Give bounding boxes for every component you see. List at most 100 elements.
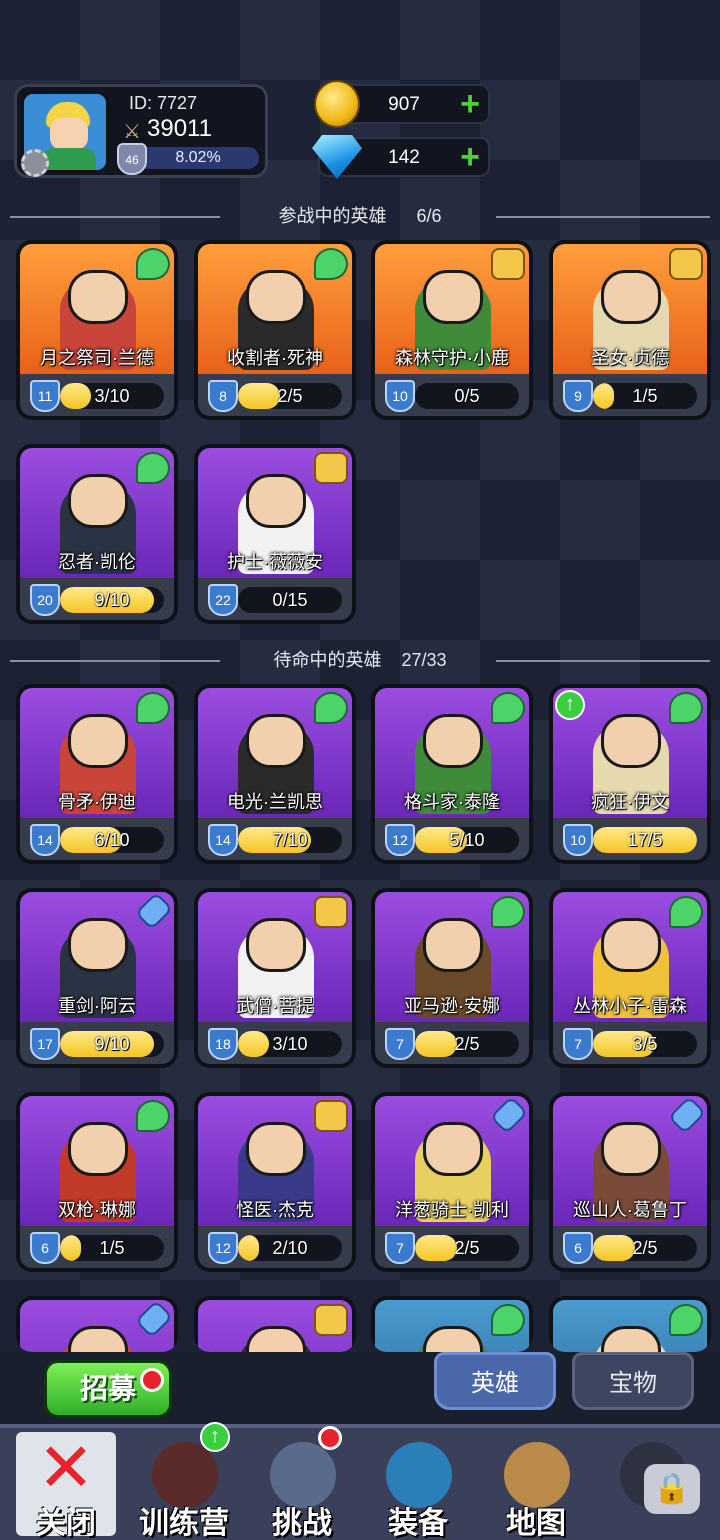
nav-locked[interactable]: 🔒 [600,1430,704,1538]
book-icon [669,248,703,280]
tab-treasure[interactable]: 宝物 [572,1352,694,1410]
shard-progress-bar: 3/10 [238,1031,342,1057]
hero-head [68,714,128,768]
wing-icon [136,1100,170,1132]
shard-progress-bar: 17/5 [593,827,697,853]
add-gems-button[interactable]: + [456,140,484,174]
hero-card[interactable]: 圣女·贞德 9 1/5 [549,240,711,420]
divider-left [10,660,220,662]
hero-card[interactable]: 怪医·杰克 12 2/10 [194,1092,356,1272]
divider-left [10,216,220,218]
hero-card[interactable]: 电光·兰凯思 14 7/10 [194,684,356,864]
shard-progress-bar: 3/5 [593,1031,697,1057]
hero-level-shield-icon: 9 [563,380,593,412]
gear-icon[interactable] [21,149,49,177]
hero-name: 护士·薇薇安 [227,552,323,572]
hero-card[interactable]: 骨矛·伊迪 14 6/10 [16,684,178,864]
hero-level: 18 [215,1036,231,1052]
hero-level: 22 [215,592,231,608]
divider-right [496,216,710,218]
shard-progress-bar: 0/5 [415,383,519,409]
hero-card[interactable]: 亚马逊·安娜 7 2/5 [371,888,533,1068]
hero-card[interactable]: 森林守护·小鹿 10 0/5 [371,240,533,420]
gem-counter: 142 + [312,135,490,179]
active-heroes-title: 参战中的英雄 6/6 [278,206,442,226]
book-icon [491,248,525,280]
shard-progress-text: 9/10 [94,590,130,610]
player-level-shield-icon: 46 [117,143,147,175]
standby-heroes-header: 待命中的英雄 27/33 [10,648,710,672]
shard-progress-text: 2/5 [454,1034,480,1054]
shard-progress-text: 2/5 [454,1238,480,1258]
hero-card[interactable] [16,1296,178,1352]
hero-level: 12 [215,1240,231,1256]
hero-card[interactable]: 格斗家·泰隆 12 5/10 [371,684,533,864]
nav-challenge-label: 挑战 [272,1507,332,1540]
hero-level-shield-icon: 20 [30,584,60,616]
notification-dot [318,1426,342,1450]
hero-status-bar: 22 0/15 [198,578,352,620]
wing-icon [491,896,525,928]
hero-name: 洋葱骑士·凯利 [395,1200,509,1220]
shard-progress-bar: 2/5 [415,1031,519,1057]
hero-card[interactable] [549,1296,711,1352]
hero-level-shield-icon: 22 [208,584,238,616]
wing-icon [136,248,170,280]
hero-head [246,918,306,972]
nav-equipment[interactable]: 装备 [366,1430,470,1540]
hero-card[interactable] [371,1296,533,1352]
hero-card[interactable]: 巡山人·葛鲁丁 6 2/5 [549,1092,711,1272]
avatar-shirt [42,148,96,170]
hero-head [68,1326,128,1352]
hero-level: 10 [570,832,586,848]
shard-progress-text: 3/10 [272,1034,308,1054]
hero-card[interactable]: 洋葱骑士·凯利 7 2/5 [371,1092,533,1272]
shard-progress-bar: 1/5 [593,383,697,409]
hero-status-bar: 12 2/10 [198,1226,352,1268]
hero-card[interactable]: 忍者·凯伦 20 9/10 [16,444,178,624]
wing-icon [669,1304,703,1336]
crossed-swords-icon: ⚔ [123,121,141,143]
hero-name: 格斗家·泰隆 [404,792,500,812]
hero-status-bar: 7 2/5 [375,1022,529,1064]
hero-card[interactable]: 疯狂·伊文 10 17/5 ↑ [549,684,711,864]
hero-card[interactable]: 丛林小子·雷森 7 3/5 [549,888,711,1068]
hero-level-shield-icon: 14 [30,824,60,856]
hero-card[interactable]: 重剑·阿云 17 9/10 [16,888,178,1068]
shard-progress-text: 0/5 [454,386,480,406]
hero-card[interactable]: 武僧·菩提 18 3/10 [194,888,356,1068]
nav-equipment-label: 装备 [388,1507,448,1540]
hero-level: 9 [574,388,582,404]
hero-level-shield-icon: 17 [30,1028,60,1060]
hero-card[interactable]: 双枪·琳娜 6 1/5 [16,1092,178,1272]
hero-level: 10 [392,388,408,404]
shard-progress-text: 7/10 [272,830,308,850]
hero-head [601,1122,661,1176]
nav-map[interactable]: 地图 [484,1430,588,1540]
hero-card[interactable] [194,1296,356,1352]
shard-progress-text: 17/5 [627,830,663,850]
shard-progress-text: 2/5 [632,1238,658,1258]
hero-status-bar: 17 9/10 [20,1022,174,1064]
hero-head [601,918,661,972]
hero-status-bar: 18 3/10 [198,1022,352,1064]
close-button[interactable]: ✕ 关闭 [16,1432,116,1540]
hero-head [68,1122,128,1176]
hero-card[interactable]: 护士·薇薇安 22 0/15 [194,444,356,624]
hero-name: 电光·兰凯思 [227,792,323,812]
exp-percent: 8.02% [175,149,221,166]
add-gold-button[interactable]: + [456,87,484,121]
hero-status-bar: 14 6/10 [20,818,174,860]
hero-level-shield-icon: 7 [563,1028,593,1060]
hero-status-bar: 6 2/5 [553,1226,707,1268]
notification-dot [140,1368,164,1392]
hero-card[interactable]: 收割者·死神 8 2/5 [194,240,356,420]
hero-head [601,270,661,324]
hero-name: 亚马逊·安娜 [404,996,500,1016]
tab-heroes[interactable]: 英雄 [434,1352,556,1410]
hero-head [246,1122,306,1176]
hero-card[interactable]: 月之祭司·兰德 11 3/10 [16,240,178,420]
player-profile-panel[interactable]: ID: 7727 ⚔ 39011 8.02% 46 [14,84,268,178]
hero-head [68,270,128,324]
nav-map-label: 地图 [506,1507,566,1540]
